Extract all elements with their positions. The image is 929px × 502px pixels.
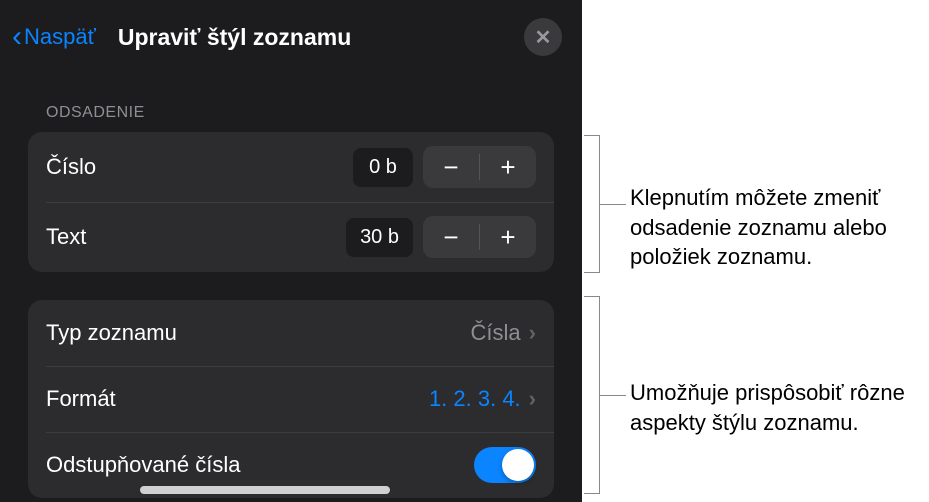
callout-style: Umožňuje prispôsobiť rôzne aspekty štýlu… [630, 378, 910, 437]
list-type-row[interactable]: Typ zoznamu Čísla › [28, 300, 554, 366]
callout-leader-1 [600, 204, 626, 205]
indent-number-increase[interactable]: + [480, 146, 536, 188]
callout-leader-2 [600, 395, 626, 396]
indent-text-row: Text 30 b − + [28, 202, 554, 272]
indent-text-stepper: − + [423, 216, 536, 258]
format-label: Formát [46, 386, 429, 412]
panel-title: Upraviť štýl zoznamu [118, 24, 524, 51]
tiered-numbers-label: Odstupňované čísla [46, 452, 474, 478]
horizontal-scrollbar[interactable] [140, 486, 390, 494]
annotations-area: Klepnutím môžete zmeniť odsadenie zoznam… [582, 0, 929, 502]
back-button[interactable]: ‹ Naspäť [12, 22, 96, 52]
list-type-label: Typ zoznamu [46, 320, 471, 346]
indent-text-label: Text [46, 224, 346, 250]
callout-bracket-2 [584, 296, 600, 494]
indent-text-increase[interactable]: + [480, 216, 536, 258]
tiered-numbers-toggle[interactable] [474, 447, 536, 483]
indent-group: Číslo 0 b − + Text 30 b − + [28, 132, 554, 272]
close-icon: ✕ [535, 25, 552, 50]
chevron-right-icon: › [529, 386, 536, 412]
back-label: Naspäť [24, 24, 96, 50]
edit-list-style-panel: ‹ Naspäť Upraviť štýl zoznamu ✕ ODSADENI… [0, 0, 582, 502]
indent-text-value[interactable]: 30 b [346, 218, 413, 257]
callout-bracket-1 [584, 135, 600, 273]
panel-header: ‹ Naspäť Upraviť štýl zoznamu ✕ [0, 0, 582, 80]
chevron-left-icon: ‹ [12, 22, 22, 52]
indent-number-row: Číslo 0 b − + [28, 132, 554, 202]
indent-number-decrease[interactable]: − [423, 146, 479, 188]
list-type-group: Typ zoznamu Čísla › Formát 1. 2. 3. 4. ›… [28, 300, 554, 498]
chevron-right-icon: › [529, 320, 536, 346]
close-button[interactable]: ✕ [524, 18, 562, 56]
indent-text-decrease[interactable]: − [423, 216, 479, 258]
section-header-indent: ODSADENIE [0, 80, 582, 132]
indent-number-stepper: − + [423, 146, 536, 188]
callout-indent: Klepnutím môžete zmeniť odsadenie zoznam… [630, 183, 890, 272]
indent-number-value[interactable]: 0 b [353, 148, 413, 187]
list-type-value: Čísla [471, 320, 521, 346]
format-value: 1. 2. 3. 4. [429, 386, 521, 412]
toggle-knob [502, 449, 534, 481]
indent-number-label: Číslo [46, 154, 353, 180]
format-row[interactable]: Formát 1. 2. 3. 4. › [28, 366, 554, 432]
